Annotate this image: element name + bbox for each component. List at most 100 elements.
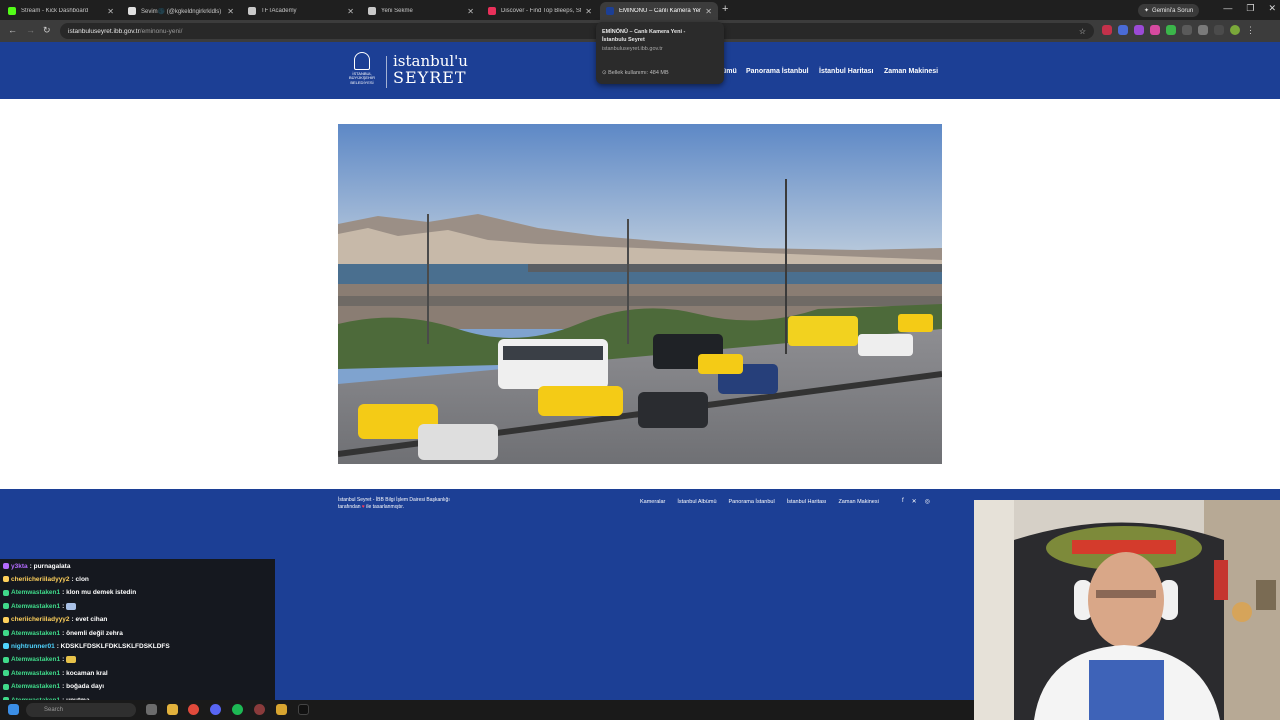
close-icon[interactable]: ✕ (467, 7, 474, 16)
taskbar-search-placeholder: Search (44, 707, 64, 713)
extension-icon[interactable] (1118, 25, 1128, 35)
chat-badge-icon (3, 683, 9, 690)
ibb-logo[interactable]: İSTANBUL BÜYÜKŞEHİR BELEDİYESİ (340, 52, 384, 90)
chat-username[interactable]: cheriicheriiladyyy2 (11, 576, 70, 583)
forward-icon[interactable]: → (26, 25, 35, 35)
bookmark-star-icon[interactable]: ☆ (1079, 27, 1086, 36)
spotify-icon[interactable] (232, 704, 243, 715)
chrome-icon[interactable] (188, 704, 199, 715)
tab-title: Sevim🌑 (@kgkeldngirkrkldls) (141, 8, 222, 15)
hover-card-title-line1: EMİNÖNÜ – Canlı Kamera Yeni - (602, 29, 686, 35)
footer-link-album[interactable]: İstanbul Albümü (677, 499, 716, 505)
chat-username[interactable]: y3kta (11, 563, 28, 570)
restore-icon[interactable]: ❐ (1246, 3, 1254, 14)
nav-item-album[interactable]: ümü (722, 68, 737, 75)
site-logo-text[interactable]: istanbul'u SEYRET (393, 54, 468, 86)
nav-item-panorama[interactable]: Panorama İstanbul (746, 68, 809, 75)
avatar[interactable] (1230, 25, 1240, 35)
reload-icon[interactable]: ↻ (43, 25, 51, 36)
chat-username[interactable]: Atemwastaken1 (11, 656, 60, 663)
footer-link-panorama[interactable]: Panorama İstanbul (729, 499, 775, 505)
chat-message: Atemwastaken1: boğada dayı (3, 681, 104, 693)
close-window-icon[interactable]: ✕ (1268, 3, 1276, 14)
browser-tab[interactable]: Stream - Kick Dashboard ✕ (2, 2, 120, 20)
kick-icon (8, 7, 16, 15)
sidepanel-icon[interactable] (1214, 25, 1224, 35)
chat-username[interactable]: Atemwastaken1 (11, 630, 60, 637)
footer-nav: Kameralar İstanbul Albümü Panorama İstan… (640, 499, 879, 505)
close-icon[interactable]: ✕ (107, 7, 114, 16)
sparkle-icon: ✦ (1144, 8, 1150, 14)
chat-badge-icon (3, 576, 9, 583)
logo-line2: SEYRET (393, 68, 467, 87)
task-view-icon[interactable] (146, 704, 157, 715)
memory-usage-text: Bellek kullanımı: 484 MB (608, 70, 669, 76)
x-icon[interactable]: ✕ (912, 498, 917, 505)
menu-icon[interactable]: ⋮ (1246, 25, 1256, 35)
file-explorer-icon[interactable] (167, 704, 178, 715)
close-icon[interactable]: ✕ (347, 7, 354, 16)
extension-icon[interactable] (1134, 25, 1144, 35)
chat-username[interactable]: Atemwastaken1 (11, 683, 60, 690)
streamer-webcam (974, 500, 1280, 720)
browser-tab[interactable]: Sevim🌑 (@kgkeldngirkrkldls) ✕ (122, 2, 240, 20)
chat-username[interactable]: Atemwastaken1 (11, 670, 60, 677)
ibb-emblem-icon (354, 52, 370, 70)
chat-message: Atemwastaken1: klon mu demek istedin (3, 587, 136, 599)
instagram-icon[interactable]: ◎ (925, 498, 930, 505)
back-icon[interactable]: ← (8, 25, 17, 35)
close-icon[interactable]: ✕ (705, 7, 712, 16)
logo-emblem-text: İSTANBUL BÜYÜKŞEHİR BELEDİYESİ (348, 71, 375, 85)
site-icon (248, 7, 256, 15)
minimize-icon[interactable]: — (1223, 3, 1232, 14)
obs-icon[interactable] (254, 704, 265, 715)
chat-message: y3kta: purnagalata (3, 560, 70, 572)
footer-link-map[interactable]: İstanbul Haritası (787, 499, 827, 505)
chat-text: : kocaman kral (62, 669, 108, 677)
chat-text: : (62, 656, 65, 664)
browser-tab-active[interactable]: EMİNÖNÜ – Canlı Kamera Yeni - ✕ (600, 2, 718, 20)
hover-card-title-line2: İstanbulu Seyret (602, 37, 645, 44)
tiktok-icon[interactable] (298, 704, 309, 715)
nav-item-time-machine[interactable]: Zaman Makinesi (884, 68, 938, 75)
extension-icon[interactable] (1102, 25, 1112, 35)
credit-line2: tarafından ♥ ile tasarlanmıştır. (338, 504, 478, 511)
puzzle-icon[interactable] (1198, 25, 1208, 35)
extension-icon[interactable] (1182, 25, 1192, 35)
close-icon[interactable]: ✕ (227, 7, 234, 16)
nav-item-map[interactable]: İstanbul Haritası (819, 68, 873, 75)
extension-icon[interactable] (1150, 25, 1160, 35)
gemini-button[interactable]: ✦ Gemini'a Sorun (1138, 4, 1200, 17)
discord-icon[interactable] (210, 704, 221, 715)
app-icon[interactable] (276, 704, 287, 715)
live-camera-player[interactable] (338, 124, 942, 464)
chat-badge-icon (3, 656, 9, 663)
chat-emote-icon (66, 656, 77, 664)
chat-username[interactable]: Atemwastaken1 (11, 603, 60, 610)
chat-username[interactable]: nightrunner01 (11, 643, 55, 650)
url-path: /eminonu-yeni/ (139, 27, 183, 35)
ibb-icon (606, 7, 614, 15)
footer-link-cameras[interactable]: Kameralar (640, 499, 665, 505)
taskbar-search[interactable]: Search (26, 703, 136, 717)
chat-text: : purnagalata (29, 562, 71, 570)
footer-link-time-machine[interactable]: Zaman Makinesi (838, 499, 878, 505)
chat-badge-icon (3, 589, 9, 596)
start-icon[interactable] (8, 704, 19, 715)
memory-icon: ⊙ (602, 70, 607, 76)
tab-hover-card: EMİNÖNÜ – Canlı Kamera Yeni - İstanbulu … (596, 22, 724, 84)
browser-tab[interactable]: Yeni Sekme ✕ (362, 2, 480, 20)
facebook-icon[interactable]: f (902, 498, 904, 505)
chat-message: Atemwastaken1: (3, 654, 77, 666)
chat-username[interactable]: Atemwastaken1 (11, 589, 60, 596)
logo-divider (386, 56, 387, 88)
extension-icon[interactable] (1166, 25, 1176, 35)
tiktok-icon (128, 7, 136, 15)
close-icon[interactable]: ✕ (585, 7, 592, 16)
chat-username[interactable]: cheriicheriiladyyy2 (11, 616, 70, 623)
browser-tab[interactable]: Discover - Find Top Bleeps, Str ✕ (482, 2, 598, 20)
address-bar[interactable]: istanbuluseyret.ibb.gov.tr/eminonu-yeni/… (60, 23, 1094, 39)
browser-tab[interactable]: TFTAcademy ✕ (242, 2, 360, 20)
tab-title: Stream - Kick Dashboard (21, 8, 89, 14)
plus-icon[interactable]: + (722, 3, 728, 15)
